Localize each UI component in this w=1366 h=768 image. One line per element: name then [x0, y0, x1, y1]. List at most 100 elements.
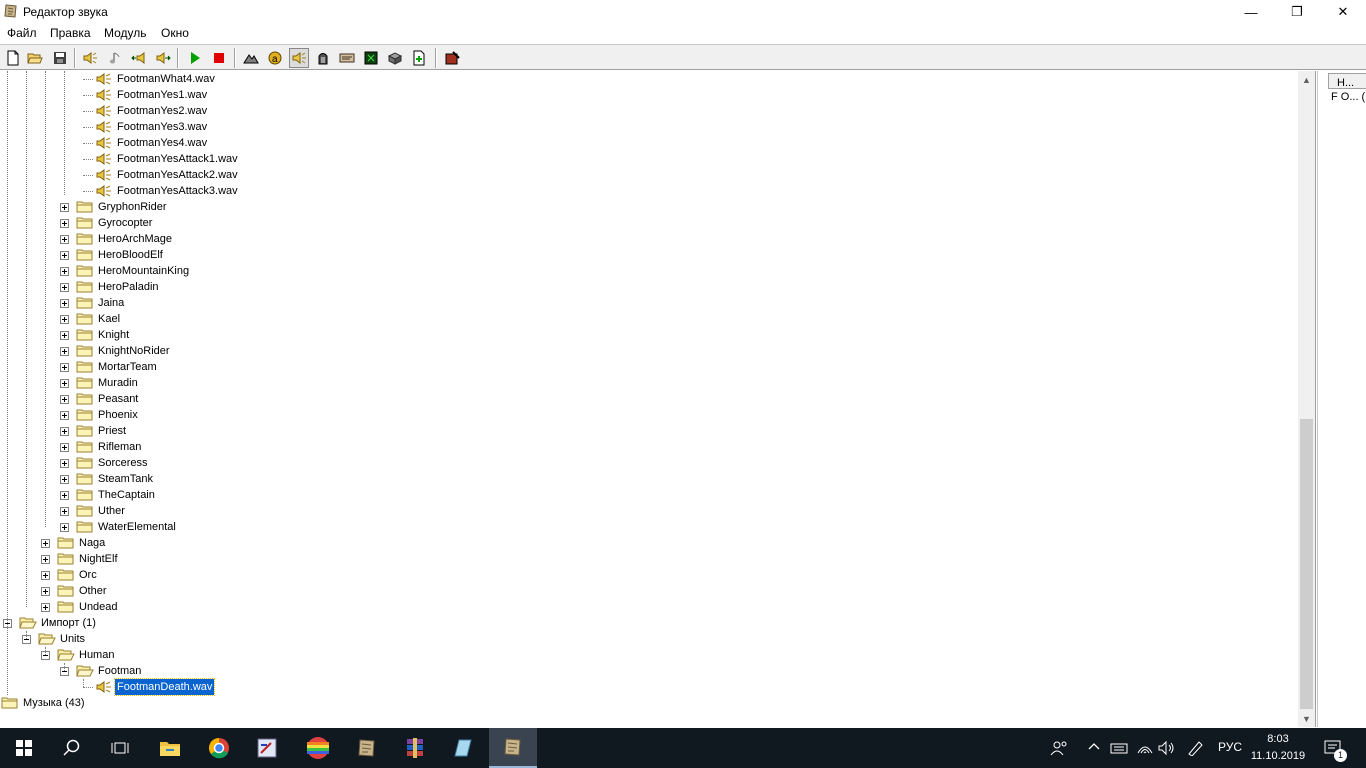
- tree-sound-item[interactable]: FootmanYes1.wav: [0, 87, 1290, 103]
- keyboard-icon[interactable]: [1110, 740, 1128, 756]
- chevron-up-icon[interactable]: [1088, 740, 1100, 754]
- expand-plus-icon[interactable]: [60, 507, 69, 516]
- tree-folder-item[interactable]: HeroBloodElf: [0, 247, 1290, 263]
- tree-sound-item[interactable]: FootmanYes3.wav: [0, 119, 1290, 135]
- expand-plus-icon[interactable]: [60, 475, 69, 484]
- tree-folder-item[interactable]: Peasant: [0, 391, 1290, 407]
- expand-plus-icon[interactable]: [60, 395, 69, 404]
- menu-edit[interactable]: Правка: [50, 26, 91, 40]
- volume-icon[interactable]: [1158, 740, 1176, 756]
- tree-folder-item[interactable]: KnightNoRider: [0, 343, 1290, 359]
- music-note-icon[interactable]: [105, 48, 125, 68]
- scroll-up-icon[interactable]: ▲: [1298, 71, 1315, 88]
- open-folder-icon[interactable]: [25, 48, 45, 68]
- expand-plus-icon[interactable]: [60, 427, 69, 436]
- language-indicator[interactable]: РУС: [1218, 740, 1242, 754]
- tree-sound-item[interactable]: FootmanYes2.wav: [0, 103, 1290, 119]
- pen-icon[interactable]: [1186, 740, 1204, 756]
- object-editor-icon[interactable]: [313, 48, 333, 68]
- tree-folder-item[interactable]: TheCaptain: [0, 487, 1290, 503]
- play-icon[interactable]: [185, 48, 205, 68]
- expand-plus-icon[interactable]: [60, 523, 69, 532]
- tree-folder-item[interactable]: Other: [0, 583, 1290, 599]
- tree-folder-item[interactable]: Gyrocopter: [0, 215, 1290, 231]
- speaker-icon[interactable]: [80, 48, 100, 68]
- tree-sound-item[interactable]: FootmanDeath.wav: [0, 678, 1290, 696]
- tree-folder-item[interactable]: HeroArchMage: [0, 231, 1290, 247]
- tree-folder-item[interactable]: Undead: [0, 599, 1290, 615]
- task-view-icon[interactable]: [96, 728, 144, 768]
- tree-folder-item[interactable]: Knight: [0, 327, 1290, 343]
- tree-scrollbar[interactable]: ▲ ▼: [1298, 71, 1315, 727]
- chrome-icon[interactable]: [195, 728, 243, 768]
- ai-editor-icon[interactable]: [361, 48, 381, 68]
- people-icon[interactable]: [1050, 740, 1068, 756]
- expand-plus-icon[interactable]: [60, 235, 69, 244]
- tree-folder-item[interactable]: WaterElemental: [0, 519, 1290, 535]
- expand-plus-icon[interactable]: [41, 587, 50, 596]
- expand-plus-icon[interactable]: [60, 315, 69, 324]
- expand-plus-icon[interactable]: [60, 491, 69, 500]
- menu-window[interactable]: Окно: [161, 26, 189, 40]
- new-file-icon[interactable]: [3, 48, 23, 68]
- tree-folder-item[interactable]: Jaina: [0, 295, 1290, 311]
- clock[interactable]: 8:03 11.10.2019: [1248, 731, 1308, 765]
- tree-folder-item[interactable]: Uther: [0, 503, 1290, 519]
- windows-start-icon[interactable]: [0, 728, 48, 768]
- tree-folder-item[interactable]: HeroPaladin: [0, 279, 1290, 295]
- tree-folder-item[interactable]: Human: [0, 647, 1290, 663]
- expand-plus-icon[interactable]: [60, 203, 69, 212]
- tree-folder-item[interactable]: Sorceress: [0, 455, 1290, 471]
- speaker-left-icon[interactable]: [129, 48, 149, 68]
- expand-plus-icon[interactable]: [60, 299, 69, 308]
- expand-plus-icon[interactable]: [41, 571, 50, 580]
- expand-plus-icon[interactable]: [60, 379, 69, 388]
- tree-sound-item[interactable]: FootmanYesAttack2.wav: [0, 167, 1290, 183]
- tree-folder-item[interactable]: Muradin: [0, 375, 1290, 391]
- expand-plus-icon[interactable]: [41, 603, 50, 612]
- expand-plus-icon[interactable]: [60, 363, 69, 372]
- notepad-icon[interactable]: [440, 728, 488, 768]
- tree-folder-item[interactable]: Footman: [0, 663, 1290, 679]
- scrollbar-thumb[interactable]: [1300, 419, 1313, 709]
- expand-plus-icon[interactable]: [60, 283, 69, 292]
- expand-plus-icon[interactable]: [41, 555, 50, 564]
- tree-folder-item[interactable]: GryphonRider: [0, 199, 1290, 215]
- tree-folder-item[interactable]: Orc: [0, 567, 1290, 583]
- save-icon[interactable]: [50, 48, 70, 68]
- wifi-icon[interactable]: [1136, 740, 1154, 756]
- world-editor-icon[interactable]: [343, 728, 391, 768]
- tree-folder-item[interactable]: Phoenix: [0, 407, 1290, 423]
- expand-plus-icon[interactable]: [60, 443, 69, 452]
- file-explorer-icon[interactable]: [146, 728, 194, 768]
- trigger-editor-icon[interactable]: a: [265, 48, 285, 68]
- menu-module[interactable]: Модуль: [104, 26, 147, 40]
- tree-folder-item[interactable]: Импорт (1): [0, 615, 1290, 631]
- tree-folder-item[interactable]: SteamTank: [0, 471, 1290, 487]
- tree-folder-item[interactable]: Rifleman: [0, 439, 1290, 455]
- expand-plus-icon[interactable]: [60, 251, 69, 260]
- sound-editor-icon[interactable]: [289, 48, 309, 68]
- minimize-button[interactable]: —: [1228, 0, 1274, 24]
- scroll-down-icon[interactable]: ▼: [1298, 710, 1315, 727]
- terrain-editor-icon[interactable]: [241, 48, 261, 68]
- object-manager-icon[interactable]: [385, 48, 405, 68]
- expand-plus-icon[interactable]: [60, 219, 69, 228]
- import-manager-icon[interactable]: [409, 48, 429, 68]
- tree-folder-item[interactable]: Музыка (43): [0, 695, 1290, 711]
- winrar-icon[interactable]: [391, 728, 439, 768]
- tree-sound-item[interactable]: FootmanYesAttack1.wav: [0, 151, 1290, 167]
- expand-plus-icon[interactable]: [60, 331, 69, 340]
- expand-plus-icon[interactable]: [60, 267, 69, 276]
- search-icon[interactable]: [48, 728, 96, 768]
- rainbow-app-icon[interactable]: [294, 728, 342, 768]
- tree-folder-item[interactable]: NightElf: [0, 551, 1290, 567]
- tree-sound-item[interactable]: FootmanWhat4.wav: [0, 71, 1290, 87]
- stop-icon[interactable]: [209, 48, 229, 68]
- tree-sound-item[interactable]: FootmanYes4.wav: [0, 135, 1290, 151]
- column-header[interactable]: Н...: [1328, 73, 1366, 89]
- expand-plus-icon[interactable]: [60, 411, 69, 420]
- menu-file[interactable]: Файл: [7, 26, 37, 40]
- tree-folder-item[interactable]: MortarTeam: [0, 359, 1290, 375]
- tree-folder-item[interactable]: Priest: [0, 423, 1290, 439]
